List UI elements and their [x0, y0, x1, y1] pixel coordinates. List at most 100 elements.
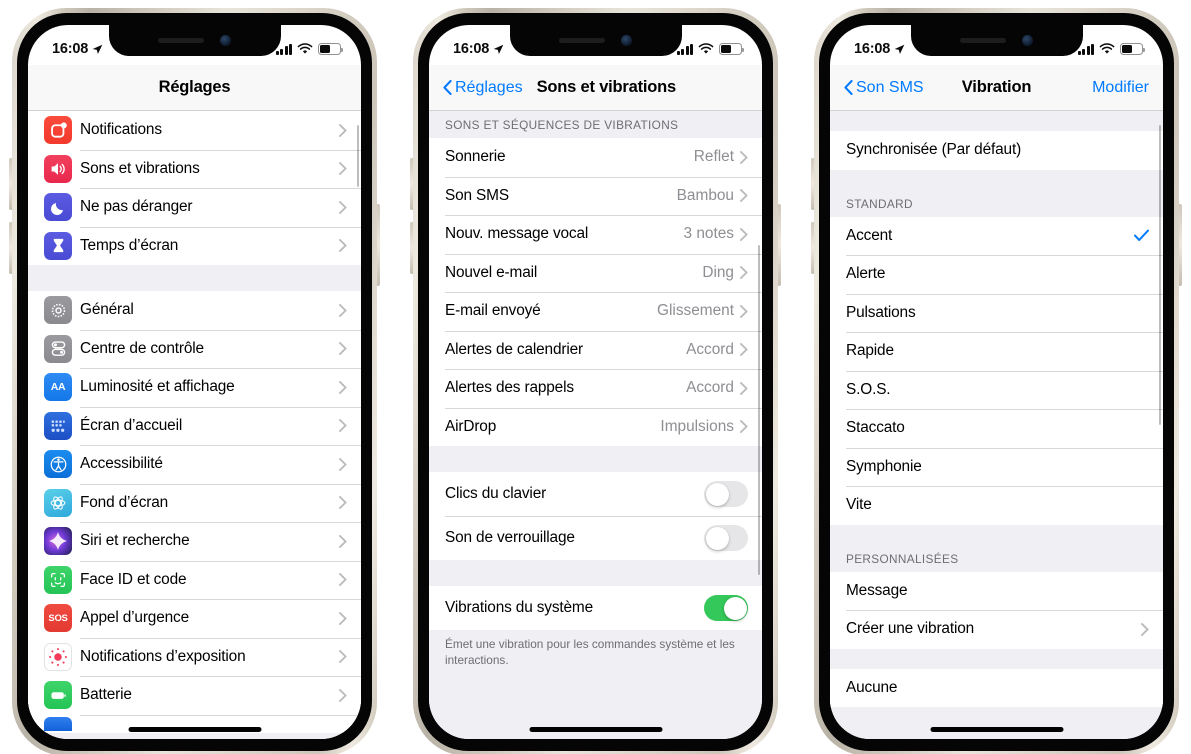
sidebar-item-do-not-disturb[interactable]: Ne pas déranger — [28, 188, 361, 227]
section-header-sounds: SONS ET SÉQUENCES DE VIBRATIONS — [429, 111, 762, 138]
exposure-notifications-icon — [44, 642, 72, 671]
sidebar-item-display-brightness[interactable]: AA Luminosité et affichage — [28, 368, 361, 407]
power-button[interactable] — [778, 204, 781, 286]
chevron-right-icon — [740, 150, 748, 164]
sidebar-item-battery[interactable]: Batterie — [28, 676, 361, 715]
sidebar-item-accessibility[interactable]: Accessibilité — [28, 445, 361, 484]
iphone-frame-sounds: 16:08 Réglages Sons et vibrations SONS E… — [410, 8, 781, 754]
power-button[interactable] — [1179, 204, 1182, 286]
sidebar-item-screen-time[interactable]: Temps d’écran — [28, 226, 361, 265]
edit-button[interactable]: Modifier — [1092, 79, 1149, 97]
vibration-screen: 16:08 Son SMS Vibration Modifier Synchro… — [830, 25, 1163, 739]
section-footer-vibration: Émet une vibration pour les commandes sy… — [429, 630, 762, 675]
chevron-right-icon — [339, 688, 347, 702]
home-screen-icon — [44, 411, 72, 440]
face-id-icon — [44, 565, 72, 594]
row-accent[interactable]: Accent — [830, 216, 1163, 255]
row-sos[interactable]: S.O.S. — [830, 370, 1163, 409]
chevron-left-icon — [844, 80, 853, 95]
sidebar-item-control-center[interactable]: Centre de contrôle — [28, 329, 361, 368]
nav-bar-sounds: Réglages Sons et vibrations — [429, 65, 762, 111]
section-gap — [830, 524, 1163, 545]
row-label: Accessibilité — [80, 455, 163, 473]
sidebar-item-emergency-sos[interactable]: SOS Appel d’urgence — [28, 599, 361, 638]
sidebar-item-face-id[interactable]: Face ID et code — [28, 560, 361, 599]
iphone-frame-vibration: 16:08 Son SMS Vibration Modifier Synchro… — [811, 8, 1182, 754]
row-label: Temps d’écran — [80, 236, 179, 254]
row-message[interactable]: Message — [830, 571, 1163, 610]
sidebar-item-siri[interactable]: Siri et recherche — [28, 522, 361, 561]
back-button-label: Son SMS — [856, 78, 924, 96]
row-message-vocal[interactable]: Nouv. message vocal 3 notes — [429, 215, 762, 254]
status-bar-right — [676, 43, 744, 55]
sounds-list[interactable]: SONS ET SÉQUENCES DE VIBRATIONS Sonnerie… — [429, 111, 762, 739]
row-label: Son de verrouillage — [445, 529, 575, 546]
row-value: Ding — [702, 263, 734, 281]
general-gear-icon — [44, 296, 72, 325]
keyboard-clicks-toggle[interactable] — [704, 481, 748, 507]
home-indicator[interactable] — [930, 727, 1063, 732]
row-email-envoye[interactable]: E-mail envoyé Glissement — [429, 292, 762, 331]
row-value: Glissement — [657, 302, 734, 320]
sidebar-item-general[interactable]: Général — [28, 291, 361, 330]
row-nouvel-email[interactable]: Nouvel e-mail Ding — [429, 253, 762, 292]
chevron-right-icon — [1141, 622, 1149, 636]
volume-down-button[interactable] — [9, 222, 12, 274]
row-label: Rapide — [846, 342, 894, 360]
scrollbar-indicator[interactable] — [356, 125, 359, 187]
wifi-icon — [1099, 43, 1115, 54]
sidebar-item-sounds[interactable]: Sons et vibrations — [28, 149, 361, 188]
volume-down-button[interactable] — [811, 222, 814, 274]
row-aucune[interactable]: Aucune — [830, 668, 1163, 707]
back-button[interactable]: Son SMS — [844, 79, 924, 97]
row-alertes-rappels[interactable]: Alertes des rappels Accord — [429, 369, 762, 408]
volume-up-button[interactable] — [9, 158, 12, 210]
chevron-right-icon — [339, 496, 347, 510]
row-airdrop[interactable]: AirDrop Impulsions — [429, 407, 762, 446]
row-rapide[interactable]: Rapide — [830, 332, 1163, 371]
notch — [509, 25, 682, 56]
row-son-sms[interactable]: Son SMS Bambou — [429, 176, 762, 215]
status-time: 16:08 — [854, 41, 891, 57]
row-clics-clavier[interactable]: Clics du clavier — [429, 472, 762, 516]
row-sonnerie[interactable]: Sonnerie Reflet — [429, 138, 762, 177]
scrollbar-indicator[interactable] — [757, 245, 760, 575]
battery-icon — [318, 43, 343, 55]
sidebar-item-notifications[interactable]: Notifications — [28, 111, 361, 150]
volume-down-button[interactable] — [410, 222, 413, 274]
row-staccato[interactable]: Staccato — [830, 409, 1163, 448]
row-vite[interactable]: Vite — [830, 486, 1163, 525]
standard-vibrations-group: Accent Alerte Pulsations Rapide S.O.S. S… — [830, 216, 1163, 525]
home-indicator[interactable] — [529, 727, 662, 732]
back-button-label: Réglages — [455, 78, 523, 96]
battery-settings-icon — [44, 681, 72, 710]
row-vibrations-systeme[interactable]: Vibrations du système — [429, 586, 762, 630]
row-creer-vibration[interactable]: Créer une vibration — [830, 610, 1163, 649]
sidebar-item-home-screen[interactable]: Écran d’accueil — [28, 406, 361, 445]
vibration-list[interactable]: Synchronisée (Par défaut) STANDARD Accen… — [830, 111, 1163, 739]
power-button[interactable] — [377, 204, 380, 286]
row-alertes-calendrier[interactable]: Alertes de calendrier Accord — [429, 330, 762, 369]
sidebar-item-exposure-notifications[interactable]: Notifications d’exposition — [28, 637, 361, 676]
chevron-right-icon — [740, 189, 748, 203]
row-label: Pulsations — [846, 303, 916, 321]
row-label: Alertes de calendrier — [445, 340, 584, 358]
row-synchronisee[interactable]: Synchronisée (Par défaut) — [830, 131, 1163, 170]
row-symphonie[interactable]: Symphonie — [830, 447, 1163, 486]
row-alerte[interactable]: Alerte — [830, 255, 1163, 294]
row-value: 3 notes — [683, 225, 735, 243]
settings-list[interactable]: Notifications Sons et vibrations Ne pas … — [28, 111, 361, 739]
lock-sound-toggle[interactable] — [704, 525, 748, 551]
sidebar-item-wallpaper[interactable]: Fond d’écran — [28, 483, 361, 522]
volume-up-button[interactable] — [410, 158, 413, 210]
row-son-verrouillage[interactable]: Son de verrouillage — [429, 516, 762, 560]
earpiece-speaker-icon — [158, 38, 204, 43]
volume-up-button[interactable] — [811, 158, 814, 210]
row-pulsations[interactable]: Pulsations — [830, 293, 1163, 332]
notch — [108, 25, 281, 56]
home-indicator[interactable] — [128, 727, 261, 732]
back-button[interactable]: Réglages — [443, 79, 523, 97]
scrollbar-indicator[interactable] — [1158, 125, 1161, 425]
system-vibration-toggle[interactable] — [704, 595, 748, 621]
row-label: Batterie — [80, 686, 132, 704]
